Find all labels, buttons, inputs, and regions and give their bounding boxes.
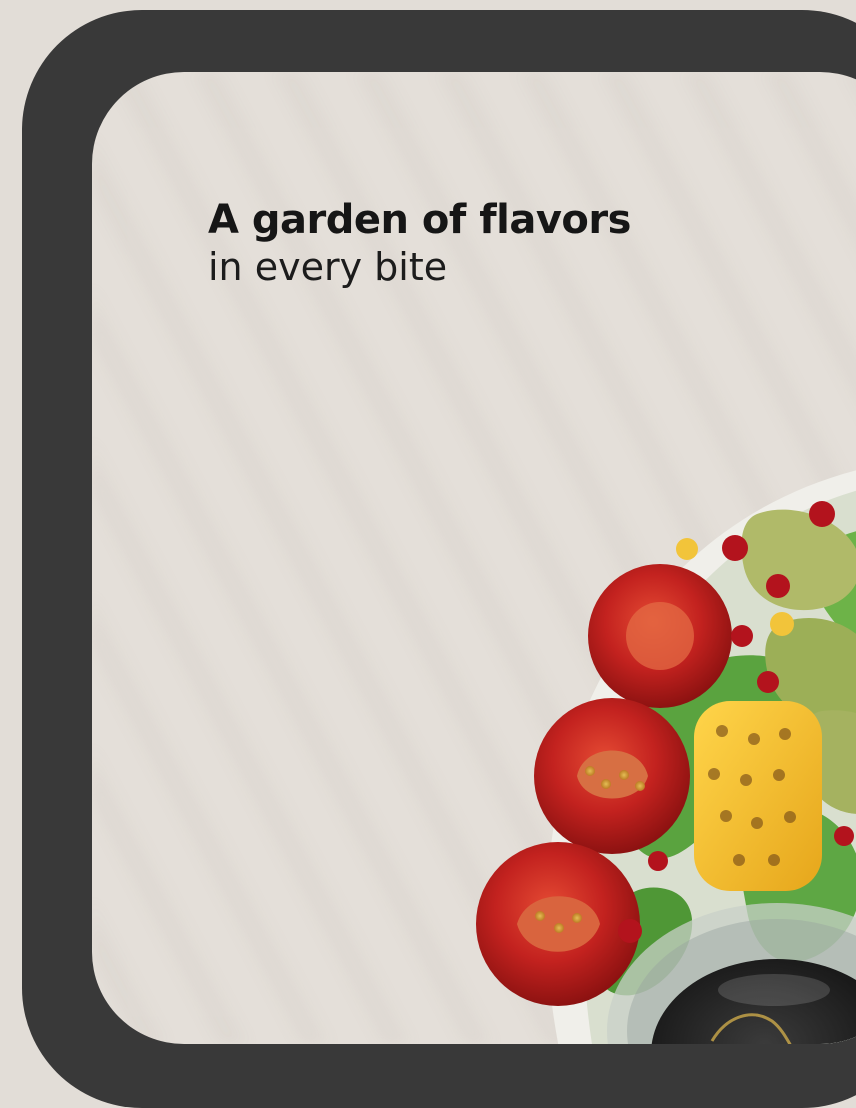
- promo-page: A garden of flavors in every bite: [0, 0, 856, 1108]
- promo-card: A garden of flavors in every bite: [92, 72, 856, 1044]
- headline-title: A garden of flavors: [208, 197, 631, 243]
- salad-bowl-illustration: [476, 470, 856, 1044]
- headline-subtitle: in every bite: [208, 245, 448, 289]
- headline-block: A garden of flavors in every bite: [208, 196, 631, 290]
